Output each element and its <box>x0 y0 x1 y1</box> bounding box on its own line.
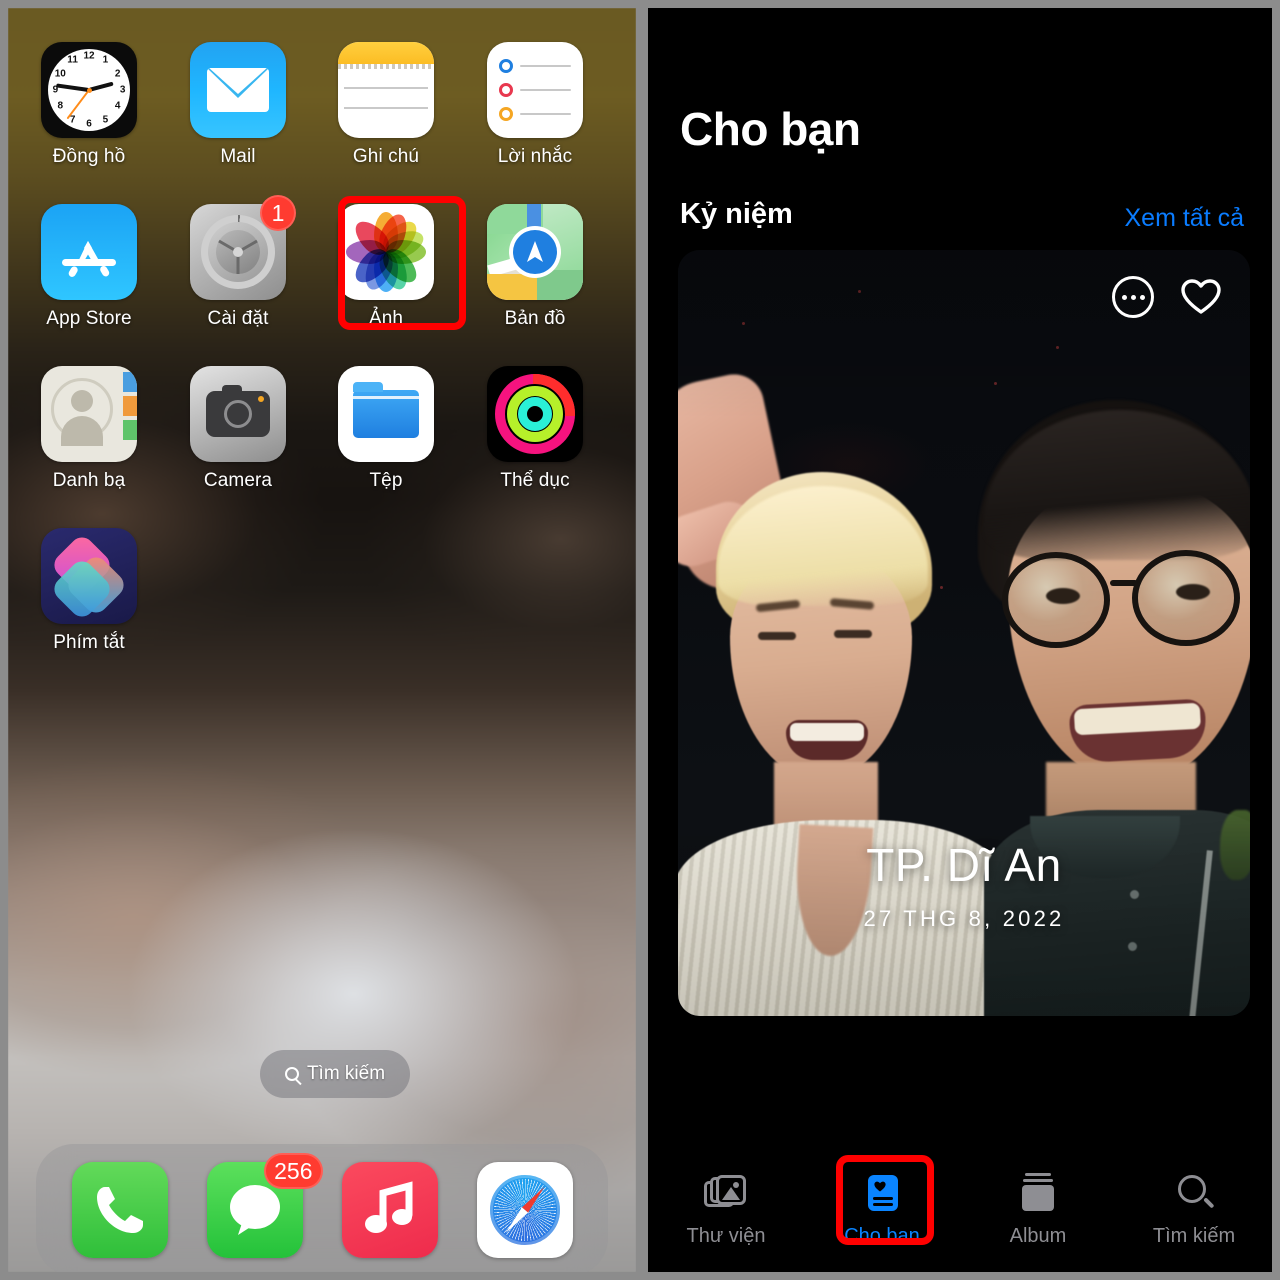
app-contacts[interactable]: Danh bạ <box>15 366 163 492</box>
dock-app-music[interactable] <box>341 1162 438 1258</box>
memory-card-controls <box>1112 276 1222 318</box>
app-reminders[interactable]: Lời nhắc <box>461 42 609 168</box>
camera-icon-wrap <box>190 366 286 462</box>
app-label: Phím tắt <box>53 632 125 653</box>
app-label: App Store <box>46 308 132 329</box>
contacts-icon <box>41 366 137 462</box>
app-clock[interactable]: 12 1 2 3 4 5 6 7 8 9 10 11 Đồng hồ <box>15 42 163 168</box>
tab-for-you[interactable]: Cho bạn <box>804 1173 960 1248</box>
see-all-link[interactable]: Xem tất cả <box>1125 204 1245 233</box>
memory-caption: TP. Dĩ An 27 THG 8, 2022 <box>678 838 1250 932</box>
album-icon <box>1016 1172 1060 1213</box>
app-files[interactable]: Tệp <box>312 366 460 492</box>
shortcuts-icon <box>41 528 137 624</box>
app-label: Mail <box>220 146 256 167</box>
tab-bar: Thư viện Cho bạn Album Tìm kiếm <box>648 1148 1272 1272</box>
reminders-icon <box>487 42 583 138</box>
messages-badge: 256 <box>264 1153 323 1189</box>
notes-icon <box>338 42 434 138</box>
app-store-icon-wrap <box>41 204 137 300</box>
section-title-memories: Kỷ niệm <box>680 198 793 230</box>
notes-icon-wrap <box>338 42 434 138</box>
mail-icon <box>190 42 286 138</box>
mail-icon-wrap <box>190 42 286 138</box>
heart-glyph <box>1181 279 1221 314</box>
app-label: Ảnh <box>368 308 404 329</box>
search-label: Tìm kiếm <box>306 1063 386 1084</box>
app-label: Đồng hồ <box>52 146 126 167</box>
maps-icon <box>487 204 583 300</box>
app-app-store[interactable]: App Store <box>15 204 163 330</box>
messages-icon <box>229 1185 280 1235</box>
files-icon-wrap <box>338 366 434 462</box>
library-icon <box>704 1173 748 1213</box>
search-button[interactable]: Tìm kiếm <box>260 1050 410 1098</box>
tab-label: Thư viện <box>686 1224 766 1247</box>
page-title: Cho bạn <box>680 103 861 155</box>
screenshot-root: 12 1 2 3 4 5 6 7 8 9 10 11 Đồng hồ Mail … <box>0 0 1280 1280</box>
clock-icon: 12 1 2 3 4 5 6 7 8 9 10 11 <box>41 42 137 138</box>
app-photos[interactable]: Ảnh <box>312 204 460 330</box>
navigation-arrow-icon <box>527 241 543 262</box>
clock-icon-wrap: 12 1 2 3 4 5 6 7 8 9 10 11 <box>41 42 137 138</box>
app-store-icon <box>41 204 137 300</box>
photos-app-screen: Cho bạn Kỷ niệm Xem tất cả TP. Dĩ An 27 … <box>648 8 1272 1272</box>
music-note-icon <box>364 1181 412 1233</box>
tab-label: Tìm kiếm <box>1152 1224 1236 1247</box>
for-you-icon <box>860 1173 904 1213</box>
app-maps[interactable]: Bản đồ <box>461 204 609 330</box>
tab-label: Cho bạn <box>844 1224 920 1247</box>
app-label: Thể dục <box>500 470 570 491</box>
memory-place: TP. Dĩ An <box>866 839 1062 891</box>
app-mail[interactable]: Mail <box>164 42 312 168</box>
photos-icon-wrap <box>338 204 434 300</box>
maps-icon-wrap <box>487 204 583 300</box>
safari-icon <box>486 1172 563 1248</box>
app-camera[interactable]: Camera <box>164 366 312 492</box>
heart-glyph-small <box>874 1181 886 1191</box>
tab-search[interactable]: Tìm kiếm <box>1116 1173 1272 1248</box>
app-label: Camera <box>203 470 273 491</box>
dock-app-safari[interactable] <box>476 1162 573 1258</box>
app-notes[interactable]: Ghi chú <box>312 42 460 168</box>
tab-albums[interactable]: Album <box>960 1172 1116 1248</box>
photos-icon <box>338 204 434 300</box>
app-label: Lời nhắc <box>497 146 573 167</box>
app-label: Danh bạ <box>52 470 126 491</box>
app-store-glyph <box>62 241 116 277</box>
settings-icon-wrap: 1 <box>190 195 296 300</box>
memory-card[interactable]: TP. Dĩ An 27 THG 8, 2022 <box>678 250 1250 1016</box>
fitness-icon <box>487 366 583 462</box>
iphone-home-screen: 12 1 2 3 4 5 6 7 8 9 10 11 Đồng hồ Mail … <box>8 8 636 1272</box>
settings-badge: 1 <box>260 195 296 231</box>
search-icon <box>1172 1173 1216 1213</box>
app-settings[interactable]: 1 Cài đặt <box>164 195 312 330</box>
app-label: Cài đặt <box>207 308 269 329</box>
dock-app-messages[interactable]: 256 <box>206 1153 323 1258</box>
app-fitness[interactable]: Thể dục <box>461 366 609 492</box>
tab-library[interactable]: Thư viện <box>648 1173 804 1248</box>
heart-icon[interactable] <box>1180 276 1222 318</box>
camera-icon <box>190 366 286 462</box>
tab-label: Album <box>1009 1224 1067 1247</box>
ellipsis-icon[interactable] <box>1112 276 1154 318</box>
app-label: Ghi chú <box>352 146 420 167</box>
reminders-icon-wrap <box>487 42 583 138</box>
files-icon <box>338 366 434 462</box>
fitness-icon-wrap <box>487 366 583 462</box>
dock: 256 <box>36 1144 608 1272</box>
shortcuts-icon-wrap <box>41 528 137 624</box>
search-icon <box>284 1067 299 1081</box>
dock-app-phone[interactable] <box>71 1162 168 1258</box>
app-label: Bản đồ <box>504 308 566 329</box>
app-shortcuts[interactable]: Phím tắt <box>15 528 163 654</box>
contacts-icon-wrap <box>41 366 137 462</box>
phone-icon <box>96 1187 143 1233</box>
app-label: Tệp <box>369 470 403 491</box>
memory-date: 27 THG 8, 2022 <box>863 906 1065 931</box>
